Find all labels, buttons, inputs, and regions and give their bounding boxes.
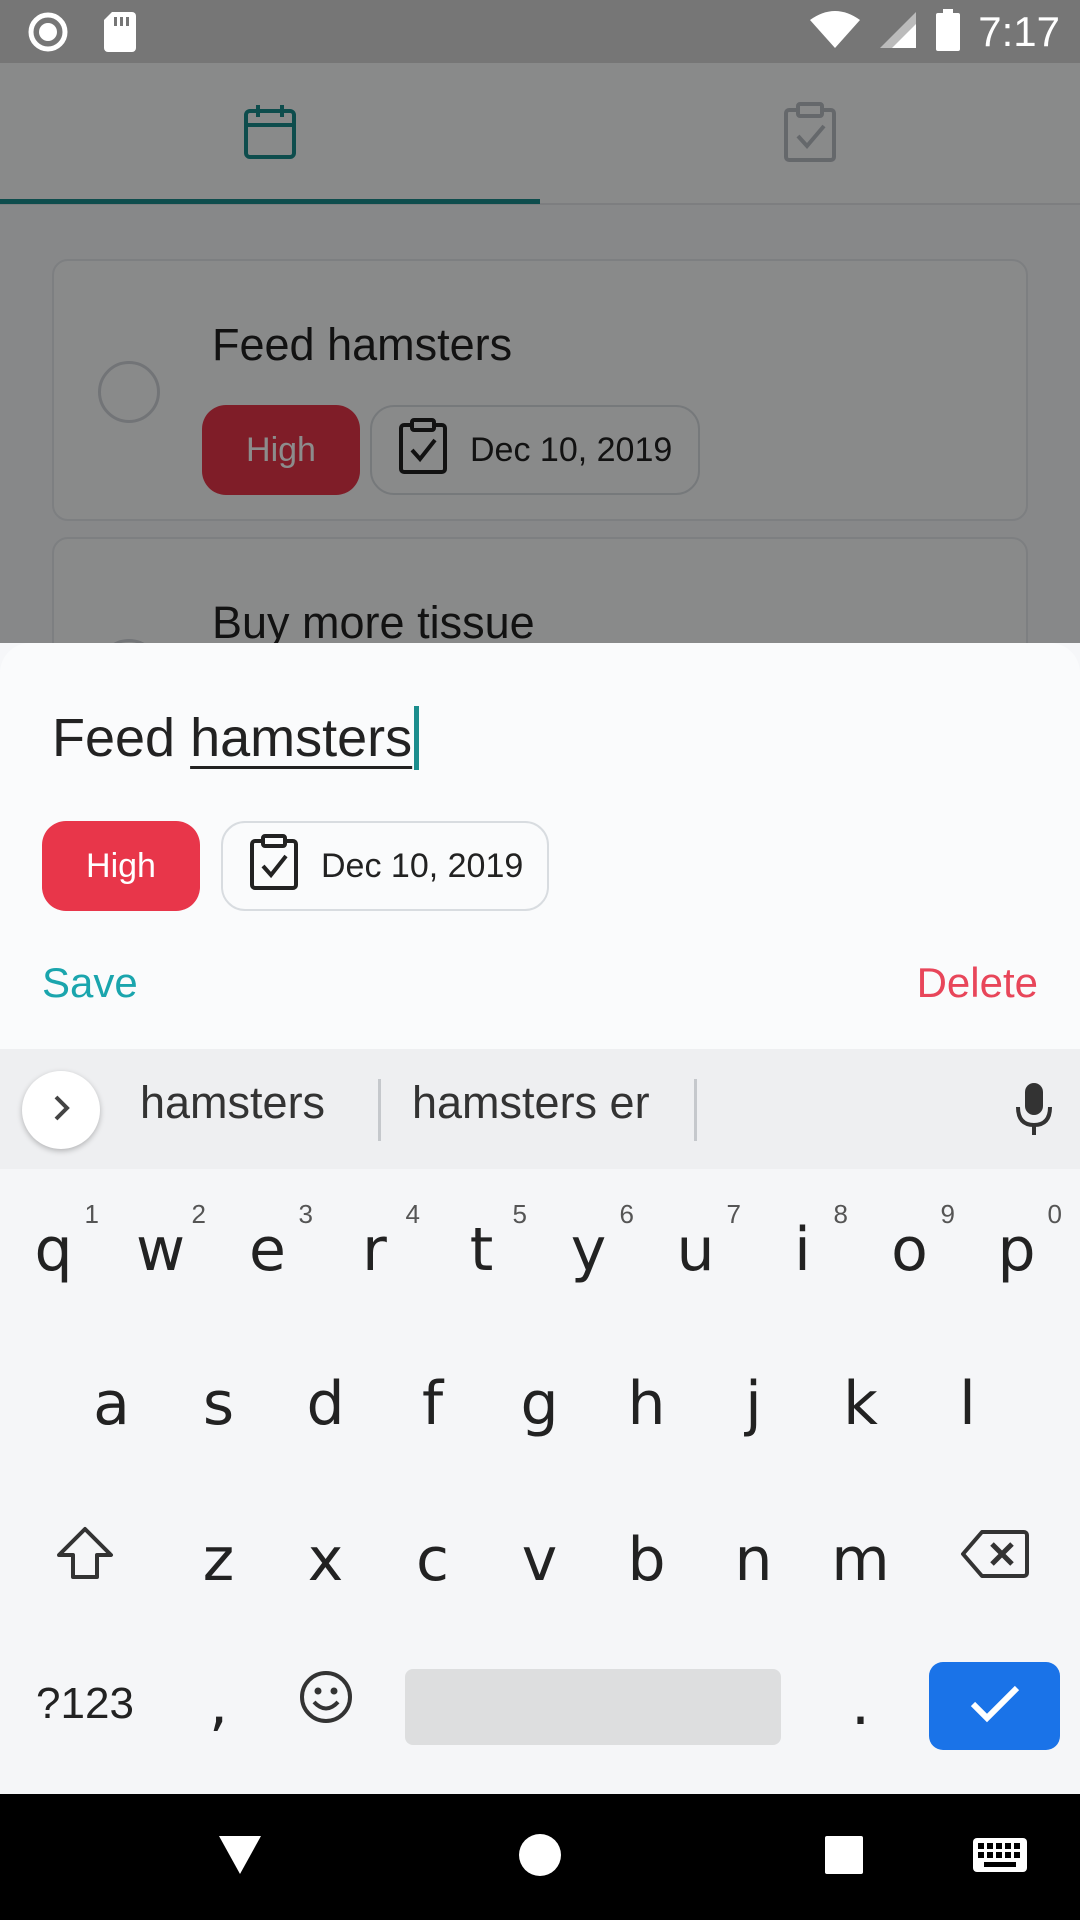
home-circle-icon — [518, 1833, 562, 1882]
key-hint: 8 — [833, 1199, 848, 1229]
key-hint: 1 — [84, 1199, 99, 1229]
keyboard-switch-button[interactable] — [950, 1794, 1050, 1920]
status-bar: 7:17 — [0, 0, 1080, 63]
record-icon — [28, 12, 68, 57]
key-q[interactable]: q1 — [0, 1195, 107, 1305]
key-d[interactable]: d — [272, 1349, 379, 1459]
key-label: i — [794, 1215, 811, 1285]
navigation-bar — [0, 1794, 1080, 1920]
key-y[interactable]: y6 — [535, 1195, 642, 1305]
symbols-key[interactable]: ?123 — [20, 1649, 150, 1759]
clock: 7:17 — [978, 8, 1060, 55]
key-label: r — [362, 1215, 387, 1285]
recents-square-icon — [824, 1835, 864, 1880]
recents-button[interactable] — [794, 1794, 894, 1920]
key-label: e — [249, 1215, 286, 1285]
shift-key[interactable] — [20, 1505, 150, 1615]
clipboard-check-icon — [249, 833, 299, 899]
shift-icon — [55, 1525, 115, 1596]
key-label: y — [570, 1215, 607, 1285]
key-g[interactable]: g — [486, 1349, 593, 1459]
input-text-composing: hamsters — [190, 708, 413, 768]
key-l[interactable]: l — [914, 1349, 1021, 1459]
keyboard-icon — [972, 1837, 1028, 1878]
priority-button[interactable]: High — [42, 821, 200, 911]
key-k[interactable]: k — [807, 1349, 914, 1459]
back-button[interactable] — [190, 1794, 290, 1920]
soft-keyboard: hamsters hamsters er q1 w2 e3 r4 t5 y6 u… — [0, 1049, 1080, 1794]
backspace-icon — [960, 1525, 1030, 1595]
key-o[interactable]: o9 — [856, 1195, 963, 1305]
key-label: t — [469, 1215, 494, 1285]
key-label: w — [135, 1215, 186, 1285]
space-key[interactable] — [405, 1669, 781, 1745]
key-s[interactable]: s — [165, 1349, 272, 1459]
due-date-button[interactable]: Dec 10, 2019 — [221, 821, 549, 911]
microphone-icon[interactable] — [1014, 1081, 1054, 1142]
key-e[interactable]: e3 — [214, 1195, 321, 1305]
back-triangle-icon — [217, 1834, 263, 1881]
key-hint: 6 — [619, 1199, 634, 1229]
modal-scrim[interactable] — [0, 63, 1080, 643]
key-label: o — [891, 1215, 928, 1285]
key-w[interactable]: w2 — [107, 1195, 214, 1305]
key-hint: 3 — [298, 1199, 313, 1229]
suggestion-strip: hamsters hamsters er — [0, 1049, 1080, 1169]
key-hint: 5 — [512, 1199, 527, 1229]
key-p[interactable]: p0 — [963, 1195, 1070, 1305]
emoji-icon — [298, 1669, 354, 1740]
expand-suggestions-button[interactable] — [22, 1071, 100, 1149]
key-hint: 7 — [726, 1199, 741, 1229]
period-key[interactable]: . — [807, 1649, 914, 1759]
task-title-input[interactable]: Feed hamsters — [52, 703, 420, 773]
done-key[interactable] — [929, 1662, 1060, 1750]
key-hint: 2 — [191, 1199, 206, 1229]
backspace-key[interactable] — [930, 1505, 1060, 1615]
key-m[interactable]: m — [807, 1505, 914, 1615]
key-a[interactable]: a — [58, 1349, 165, 1459]
key-label: q — [34, 1215, 73, 1285]
key-h[interactable]: h — [593, 1349, 700, 1459]
suggestion-divider — [378, 1079, 381, 1141]
key-hint: 4 — [405, 1199, 420, 1229]
key-n[interactable]: n — [700, 1505, 807, 1615]
key-x[interactable]: x — [272, 1505, 379, 1615]
key-label: p — [997, 1215, 1036, 1285]
key-v[interactable]: v — [486, 1505, 593, 1615]
due-date-label: Dec 10, 2019 — [321, 846, 524, 885]
key-u[interactable]: u7 — [642, 1195, 749, 1305]
emoji-key[interactable] — [272, 1649, 379, 1759]
key-hint: 0 — [1047, 1199, 1062, 1229]
key-r[interactable]: r4 — [321, 1195, 428, 1305]
suggestion[interactable]: hamsters — [140, 1077, 325, 1129]
battery-icon — [936, 8, 961, 56]
home-button[interactable] — [490, 1794, 590, 1920]
key-t[interactable]: t5 — [428, 1195, 535, 1305]
checkmark-icon — [969, 1684, 1021, 1729]
input-text: Feed — [52, 708, 191, 768]
key-f[interactable]: f — [379, 1349, 486, 1459]
edit-task-sheet: Feed hamsters High Dec 10, 2019 Save Del… — [0, 643, 1080, 1049]
key-j[interactable]: j — [700, 1349, 807, 1459]
key-z[interactable]: z — [165, 1505, 272, 1615]
signal-icon — [878, 10, 918, 55]
key-hint: 9 — [940, 1199, 955, 1229]
key-label: u — [676, 1215, 715, 1285]
text-cursor — [414, 706, 420, 770]
wifi-icon — [810, 10, 861, 55]
key-b[interactable]: b — [593, 1505, 700, 1615]
delete-button[interactable]: Delete — [917, 959, 1038, 1007]
suggestion-divider — [694, 1079, 697, 1141]
chevron-right-icon — [46, 1093, 76, 1128]
save-button[interactable]: Save — [42, 959, 138, 1007]
sd-card-icon — [104, 12, 136, 57]
key-c[interactable]: c — [379, 1505, 486, 1615]
key-i[interactable]: i8 — [749, 1195, 856, 1305]
suggestion[interactable]: hamsters er — [412, 1077, 650, 1129]
comma-key[interactable]: , — [165, 1649, 272, 1759]
